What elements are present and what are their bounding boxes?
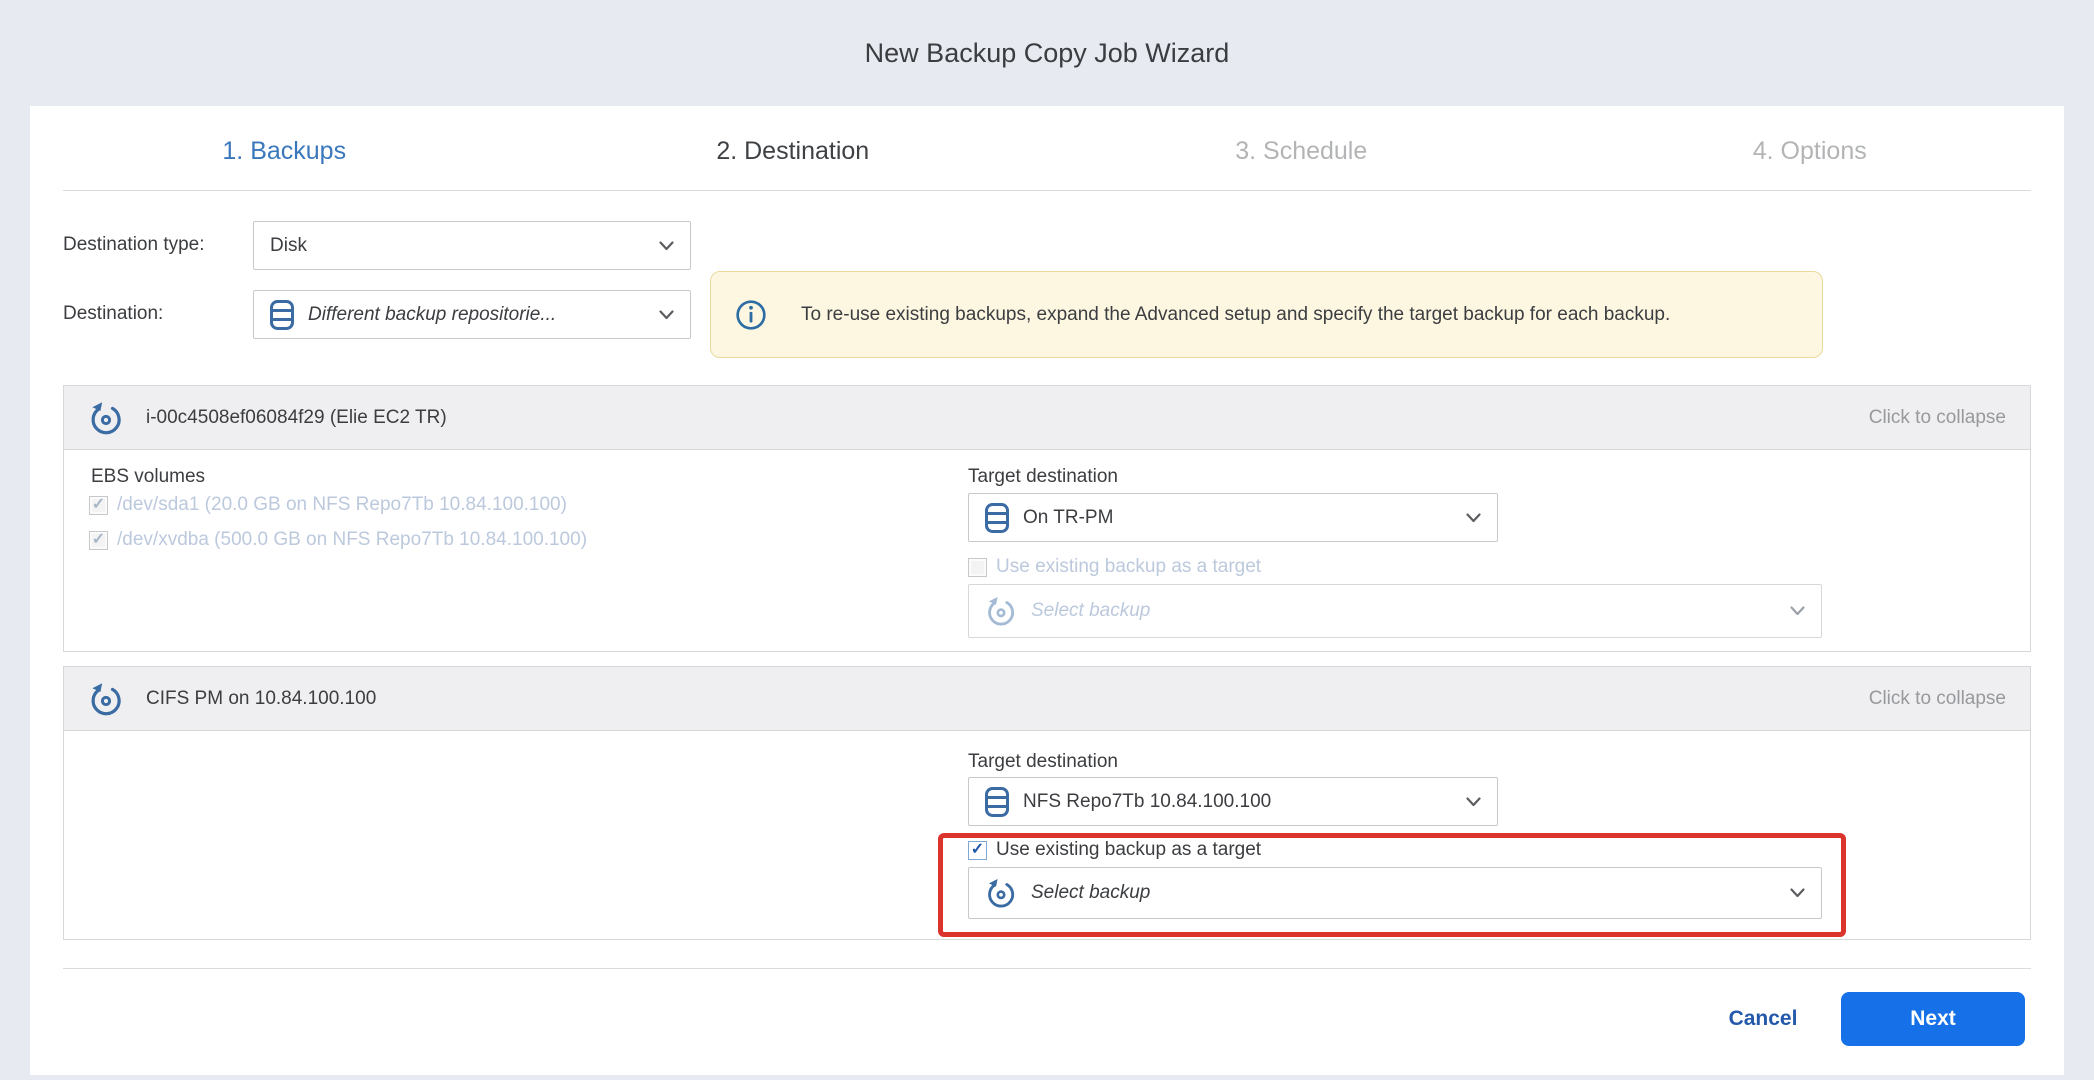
page-title: New Backup Copy Job Wizard [0, 38, 2094, 69]
backup-icon [985, 877, 1017, 909]
section-title: CIFS PM on 10.84.100.100 [146, 688, 1869, 710]
target-destination-value: On TR-PM [1023, 507, 1456, 529]
volume-row: /dev/sda1 (20.0 GB on NFS Repo7Tb 10.84.… [89, 494, 567, 516]
destination-select[interactable]: Different backup repositorie... [253, 290, 691, 339]
select-backup-placeholder: Select backup [1031, 882, 1780, 904]
tab-destination[interactable]: 2. Destination [539, 130, 1048, 172]
target-destination-header: Target destination [968, 751, 1118, 773]
wizard-steps: 1. Backups 2. Destination 3. Schedule 4.… [30, 130, 2064, 172]
repository-icon [985, 503, 1009, 533]
tab-options: 4. Options [1556, 130, 2065, 172]
volume-checkbox [89, 496, 108, 515]
use-existing-backup-checkbox[interactable] [968, 841, 987, 860]
tab-schedule: 3. Schedule [1047, 130, 1556, 172]
chevron-down-icon [659, 241, 674, 251]
volume-label: /dev/sda1 (20.0 GB on NFS Repo7Tb 10.84.… [117, 494, 567, 516]
info-banner-text: To re-use existing backups, expand the A… [801, 304, 1670, 326]
destination-type-label: Destination type: [63, 234, 205, 256]
volume-checkbox [89, 531, 108, 550]
destination-value: Different backup repositorie... [308, 304, 649, 326]
section-title: i-00c4508ef06084f29 (Elie EC2 TR) [146, 407, 1869, 429]
backup-icon [88, 400, 124, 436]
section-header-ec2[interactable]: i-00c4508ef06084f29 (Elie EC2 TR) Click … [64, 386, 2030, 450]
use-existing-backup-row: Use existing backup as a target [968, 839, 1261, 861]
info-icon [735, 299, 767, 331]
chevron-down-icon [1790, 606, 1805, 616]
next-button[interactable]: Next [1841, 992, 2025, 1046]
footer-divider [63, 968, 2031, 969]
destination-type-value: Disk [270, 235, 649, 257]
use-existing-backup-label: Use existing backup as a target [996, 556, 1261, 578]
repository-icon [270, 300, 294, 330]
use-existing-backup-checkbox [968, 558, 987, 577]
volume-label: /dev/xvdba (500.0 GB on NFS Repo7Tb 10.8… [117, 529, 587, 551]
target-destination-select[interactable]: On TR-PM [968, 493, 1498, 542]
backup-section-ec2: i-00c4508ef06084f29 (Elie EC2 TR) Click … [63, 385, 2031, 652]
backup-section-cifs: CIFS PM on 10.84.100.100 Click to collap… [63, 666, 2031, 940]
chevron-down-icon [1466, 797, 1481, 807]
repository-icon [985, 787, 1009, 817]
chevron-down-icon [1466, 513, 1481, 523]
volumes-header: EBS volumes [91, 466, 205, 488]
backup-icon [88, 681, 124, 717]
info-banner: To re-use existing backups, expand the A… [710, 271, 1823, 358]
collapse-toggle[interactable]: Click to collapse [1869, 688, 2006, 710]
target-destination-select[interactable]: NFS Repo7Tb 10.84.100.100 [968, 777, 1498, 826]
tab-backups[interactable]: 1. Backups [30, 130, 539, 172]
select-backup-dropdown: Select backup [968, 584, 1822, 638]
volume-row: /dev/xvdba (500.0 GB on NFS Repo7Tb 10.8… [89, 529, 587, 551]
destination-type-select[interactable]: Disk [253, 221, 691, 270]
collapse-toggle[interactable]: Click to collapse [1869, 407, 2006, 429]
destination-label: Destination: [63, 303, 163, 325]
chevron-down-icon [659, 310, 674, 320]
select-backup-placeholder: Select backup [1031, 600, 1780, 622]
cancel-button[interactable]: Cancel [1698, 994, 1828, 1044]
wizard-card: 1. Backups 2. Destination 3. Schedule 4.… [30, 106, 2064, 1075]
tabs-divider [63, 190, 2031, 191]
select-backup-dropdown[interactable]: Select backup [968, 867, 1822, 919]
section-header-cifs[interactable]: CIFS PM on 10.84.100.100 Click to collap… [64, 667, 2030, 731]
target-destination-header: Target destination [968, 466, 1118, 488]
target-destination-value: NFS Repo7Tb 10.84.100.100 [1023, 791, 1456, 813]
backup-icon [985, 595, 1017, 627]
chevron-down-icon [1790, 888, 1805, 898]
use-existing-backup-row: Use existing backup as a target [968, 556, 1261, 578]
use-existing-backup-label: Use existing backup as a target [996, 839, 1261, 861]
